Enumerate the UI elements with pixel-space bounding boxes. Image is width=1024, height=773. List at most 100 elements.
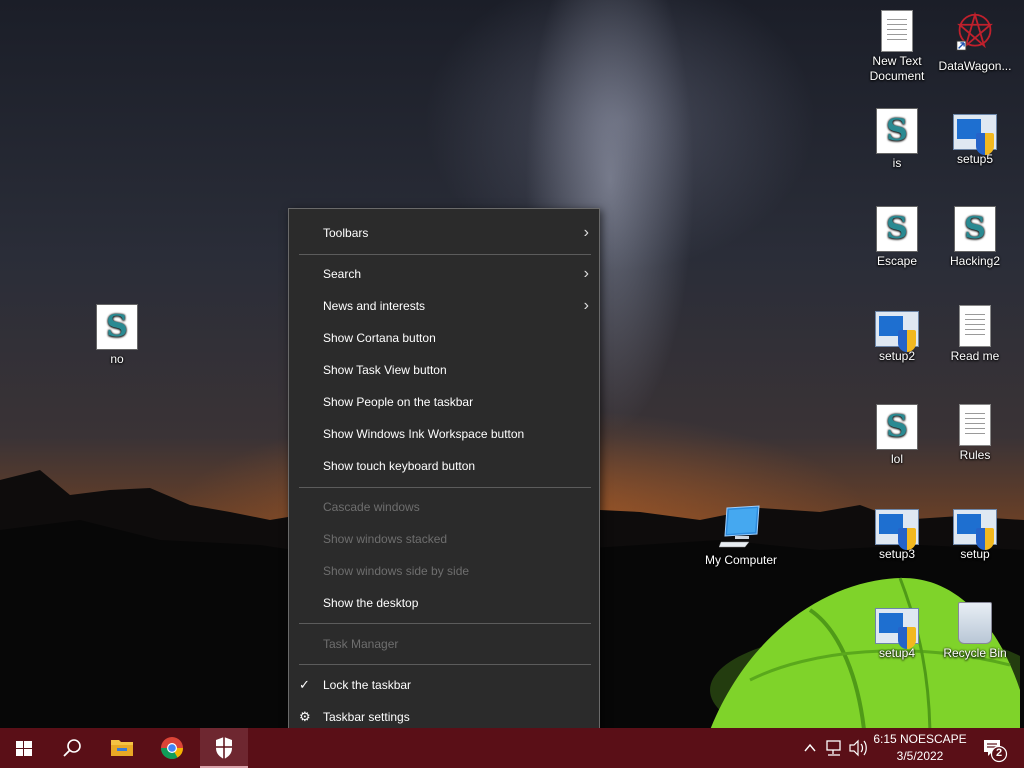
desktop-icon-label: Hacking2: [949, 254, 1001, 268]
menu-item-lock-the-taskbar[interactable]: ✓ Lock the taskbar: [289, 669, 599, 701]
desktop-icon-label: New Text Document: [869, 54, 925, 83]
desktop-icon-no[interactable]: no: [79, 304, 155, 367]
chevron-right-icon: ›: [583, 265, 589, 282]
menu-item-show-windows-side-by-side: Show windows side by side: [289, 555, 599, 587]
windows-logo-icon: [16, 741, 32, 756]
text-document-icon: [881, 10, 913, 52]
clock-date: 3/5/2022: [896, 749, 944, 763]
menu-item-show-windows-stacked: Show windows stacked: [289, 523, 599, 555]
menu-item-label: Show windows side by side: [323, 564, 470, 578]
text-document-icon: [959, 305, 991, 347]
desktop-icon-label: Rules: [959, 448, 991, 462]
desktop-icon-label: setup2: [878, 349, 916, 363]
menu-item-news-and-interests[interactable]: News and interests ›: [289, 290, 599, 322]
folder-icon: [111, 740, 133, 756]
notification-badge: 2: [995, 747, 1003, 759]
script-file-icon: [954, 206, 996, 252]
desktop-icon-is[interactable]: is: [859, 108, 935, 171]
desktop-icon-label: Recycle Bin: [943, 646, 1007, 660]
menu-item-label: Show the desktop: [323, 596, 419, 610]
desktop-icon-escape[interactable]: Escape: [859, 206, 935, 269]
menu-item-show-windows-ink[interactable]: Show Windows Ink Workspace button: [289, 418, 599, 450]
desktop-icon-label: Read me: [950, 349, 1000, 363]
menu-item-label: Lock the taskbar: [323, 678, 412, 692]
desktop-icon-new-text-document[interactable]: New Text Document: [859, 10, 935, 84]
menu-item-task-manager: Task Manager: [289, 628, 599, 660]
menu-separator: [299, 664, 591, 665]
desktop-icon-setup4[interactable]: setup4: [859, 602, 935, 661]
script-file-icon: [876, 404, 918, 450]
desktop-icon-label: setup3: [878, 547, 916, 561]
setup-shield-icon: [875, 311, 919, 352]
menu-item-label: Task Manager: [323, 637, 399, 651]
start-button[interactable]: [0, 728, 48, 768]
clock[interactable]: 6:15 NOESCAPE 3/5/2022: [872, 732, 968, 763]
menu-item-show-touch-keyboard[interactable]: Show touch keyboard button: [289, 450, 599, 482]
chrome-icon: [161, 737, 183, 759]
menu-item-label: Show windows stacked: [323, 532, 448, 546]
desktop-icon-rules[interactable]: Rules: [937, 404, 1013, 463]
setup-shield-icon: [953, 509, 997, 550]
desktop-icon-label: lol: [890, 452, 903, 466]
search-button[interactable]: [48, 728, 96, 768]
menu-item-label: Show touch keyboard button: [323, 459, 476, 473]
menu-item-label: Show Windows Ink Workspace button: [323, 427, 525, 441]
desktop-icon-label: setup5: [956, 152, 994, 166]
menu-item-show-cortana-button[interactable]: Show Cortana button: [289, 322, 599, 354]
menu-item-label: Cascade windows: [323, 500, 420, 514]
checkmark-icon: ✓: [299, 677, 310, 692]
menu-item-label: Toolbars: [323, 226, 369, 240]
desktop-icon-label: setup4: [878, 646, 916, 660]
network-icon[interactable]: [822, 728, 846, 768]
action-center-button[interactable]: 2: [978, 728, 1018, 768]
script-file-icon: [876, 108, 918, 154]
menu-item-label: Show Cortana button: [323, 331, 436, 345]
desktop-icon-setup3[interactable]: setup3: [859, 503, 935, 562]
script-file-icon: [876, 206, 918, 252]
shield-icon: [216, 737, 232, 759]
desktop-icon-label: My Computer: [704, 553, 778, 567]
chevron-right-icon: ›: [583, 224, 589, 241]
desktop-icon-datawagon[interactable]: DataWagon...: [937, 10, 1013, 74]
menu-item-show-people[interactable]: Show People on the taskbar: [289, 386, 599, 418]
desktop-icon-setup[interactable]: setup: [937, 503, 1013, 562]
desktop-icon-label: is: [892, 156, 902, 170]
menu-item-toolbars[interactable]: Toolbars ›: [289, 217, 599, 249]
chevron-up-icon[interactable]: [800, 728, 820, 768]
text-document-icon: [959, 404, 991, 446]
menu-separator: [299, 254, 591, 255]
desktop-icon-read-me[interactable]: Read me: [937, 305, 1013, 364]
desktop-icon-setup2[interactable]: setup2: [859, 305, 935, 364]
recycle-bin-icon: [958, 602, 992, 644]
setup-shield-icon: [875, 608, 919, 649]
search-icon: [63, 739, 81, 757]
menu-item-search[interactable]: Search ›: [289, 258, 599, 290]
chrome-button[interactable]: [148, 728, 196, 768]
desktop-icon-label: DataWagon...: [938, 59, 1012, 73]
windows-security-button[interactable]: [200, 728, 248, 768]
menu-item-show-the-desktop[interactable]: Show the desktop: [289, 587, 599, 619]
clock-time: 6:15 NOESCAPE: [873, 732, 967, 746]
file-explorer-button[interactable]: [98, 728, 146, 768]
taskbar-context-menu: Toolbars › Search › News and interests ›…: [288, 208, 600, 741]
menu-item-label: Show Task View button: [323, 363, 447, 377]
desktop-icon-my-computer[interactable]: My Computer: [703, 504, 779, 568]
desktop-icon-hacking2[interactable]: Hacking2: [937, 206, 1013, 269]
volume-icon[interactable]: [846, 728, 870, 768]
desktop-icon-label: setup: [960, 547, 990, 561]
script-file-icon: [96, 304, 138, 350]
menu-item-cascade-windows: Cascade windows: [289, 491, 599, 523]
desktop-icon-lol[interactable]: lol: [859, 404, 935, 467]
desktop-icon-setup5[interactable]: setup5: [937, 108, 1013, 167]
menu-item-label: Show People on the taskbar: [323, 395, 474, 409]
desktop-icon-recycle-bin[interactable]: Recycle Bin: [937, 602, 1013, 661]
menu-item-label: Search: [323, 267, 362, 281]
taskbar[interactable]: 6:15 NOESCAPE 3/5/2022 2: [0, 728, 1024, 768]
desktop-icon-label: no: [110, 352, 124, 366]
computer-icon: [718, 505, 760, 548]
menu-item-label: News and interests: [323, 299, 426, 313]
setup-shield-icon: [875, 509, 919, 550]
menu-item-show-task-view-button[interactable]: Show Task View button: [289, 354, 599, 386]
menu-separator: [299, 623, 591, 624]
datawagon-icon: [956, 11, 993, 51]
